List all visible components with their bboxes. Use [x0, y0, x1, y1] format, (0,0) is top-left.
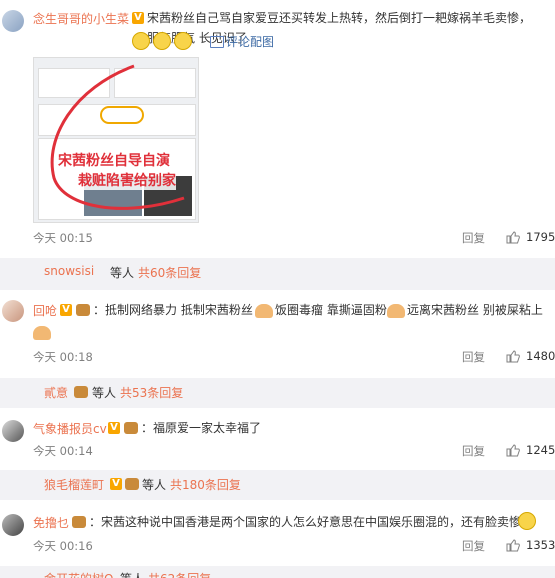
comment-time: 今天 00:15 — [33, 231, 93, 245]
sub-reply-user[interactable]: 貳意 — [44, 384, 68, 401]
comment-card: 念生哥哥的小生菜 V 宋茜粉丝自己骂自家爱豆还买转发上热转，然后倒打一耙嫁祸羊毛… — [0, 0, 555, 258]
like-count: 1480 — [526, 349, 555, 363]
avatar[interactable] — [2, 514, 24, 536]
like-icon[interactable] — [506, 539, 520, 552]
sub-reply-etc: 等人 — [142, 478, 167, 492]
sub-reply-user[interactable]: 狼毛榴莲町 — [44, 476, 104, 493]
comment-pic-link[interactable]: 评论配图 — [226, 33, 274, 50]
member-badge-icon — [74, 386, 88, 398]
member-badge-icon — [124, 422, 138, 434]
sub-reply-etc: 等人 — [110, 266, 135, 280]
sub-reply-more[interactable]: 共60条回复 — [138, 264, 201, 281]
comment-text: 饭圈毒瘤 靠撕逼固粉 — [275, 303, 387, 317]
reply-button[interactable]: 回复 — [462, 349, 485, 365]
sub-reply-more[interactable]: 共180条回复 — [170, 476, 241, 493]
red-circle-annotation — [50, 64, 185, 210]
avatar[interactable] — [2, 10, 24, 32]
comment-time: 今天 00:16 — [33, 539, 93, 553]
reply-button[interactable]: 回复 — [462, 443, 485, 459]
verified-badge: V — [110, 478, 122, 490]
sub-reply-more[interactable]: 共62条回复 — [148, 570, 211, 578]
image-icon — [210, 36, 224, 48]
verified-badge: V — [132, 12, 144, 24]
verified-badge: V — [108, 422, 120, 434]
praying-hands-icon — [255, 304, 273, 318]
comment-card: 免撸乜 ：宋茜这种说中国香港是两个国家的人怎么好意思在中国娱乐圈混的，还有脸卖惨… — [0, 500, 555, 566]
reply-button[interactable]: 回复 — [462, 538, 485, 554]
comment-image[interactable]: 宋茜粉丝自导自演 栽赃陷害给别家 — [33, 57, 199, 223]
comment-username[interactable]: 免撸乜 — [33, 514, 69, 531]
smile-emoji — [132, 32, 192, 50]
like-icon[interactable] — [506, 231, 520, 244]
sub-reply-user[interactable]: 金开花的树Q — [44, 570, 113, 578]
comment-username[interactable]: 气象播报员cv — [33, 420, 107, 437]
verified-badge: V — [60, 304, 72, 316]
sub-replies[interactable]: 金开花的树Q 等人 共62条回复 — [0, 566, 555, 578]
comment-username[interactable]: 念生哥哥的小生菜 — [33, 10, 129, 27]
sub-reply-more[interactable]: 共53条回复 — [120, 384, 183, 401]
avatar[interactable] — [2, 300, 24, 322]
comment-text: 宋茜粉丝自己骂自家爱豆还买转发上热转，然后倒打一耙嫁祸羊毛卖惨，服气服气 长见识… — [147, 11, 532, 45]
sub-reply-etc: 等人 — [92, 386, 117, 400]
reply-button[interactable]: 回复 — [462, 230, 485, 246]
sub-reply-user[interactable]: snowsisi — [44, 264, 94, 278]
like-icon[interactable] — [506, 350, 520, 363]
comment-card: 气象播报员cv V ：福原爱一家太幸福了 今天 00:14 回复 1245 — [0, 408, 555, 470]
comment-card: 回呛 V ：抵制网络暴力 抵制宋茜粉丝 饭圈毒瘤 靠撕逼固粉 远离宋茜粉丝 别被… — [0, 290, 555, 378]
image-caption-2: 栽赃陷害给别家 — [78, 170, 176, 190]
praying-hands-icon — [33, 326, 51, 340]
comment-text: 远离宋茜粉丝 别被屎粘上 — [407, 303, 543, 317]
image-caption-1: 宋茜粉丝自导自演 — [58, 150, 170, 170]
praying-hands-icon — [387, 304, 405, 318]
comment-time: 今天 00:14 — [33, 444, 93, 458]
comment-text: ：抵制网络暴力 抵制宋茜粉丝 — [93, 303, 253, 317]
like-icon[interactable] — [506, 444, 520, 457]
avatar[interactable] — [2, 420, 24, 442]
like-count: 1245 — [526, 443, 555, 457]
sub-replies[interactable]: 狼毛榴莲町 V 等人 共180条回复 — [0, 470, 555, 500]
like-count: 1353 — [526, 538, 555, 552]
member-badge-icon — [76, 304, 90, 316]
sub-replies[interactable]: snowsisi 等人 共60条回复 — [0, 258, 555, 290]
comment-text: ：宋茜这种说中国香港是两个国家的人怎么好意思在中国娱乐圈混的，还有脸卖惨 — [89, 515, 522, 529]
comment-time: 今天 00:18 — [33, 350, 93, 364]
sub-reply-etc: 等人 — [120, 570, 144, 578]
comment-username[interactable]: 回呛 — [33, 302, 57, 319]
like-count: 1795 — [526, 230, 555, 244]
sweat-smile-emoji — [518, 512, 536, 530]
comment-text: ：福原爱一家太幸福了 — [141, 421, 262, 435]
member-badge-icon — [125, 478, 139, 490]
sub-replies[interactable]: 貳意 等人 共53条回复 — [0, 378, 555, 408]
member-badge-icon — [72, 516, 86, 528]
